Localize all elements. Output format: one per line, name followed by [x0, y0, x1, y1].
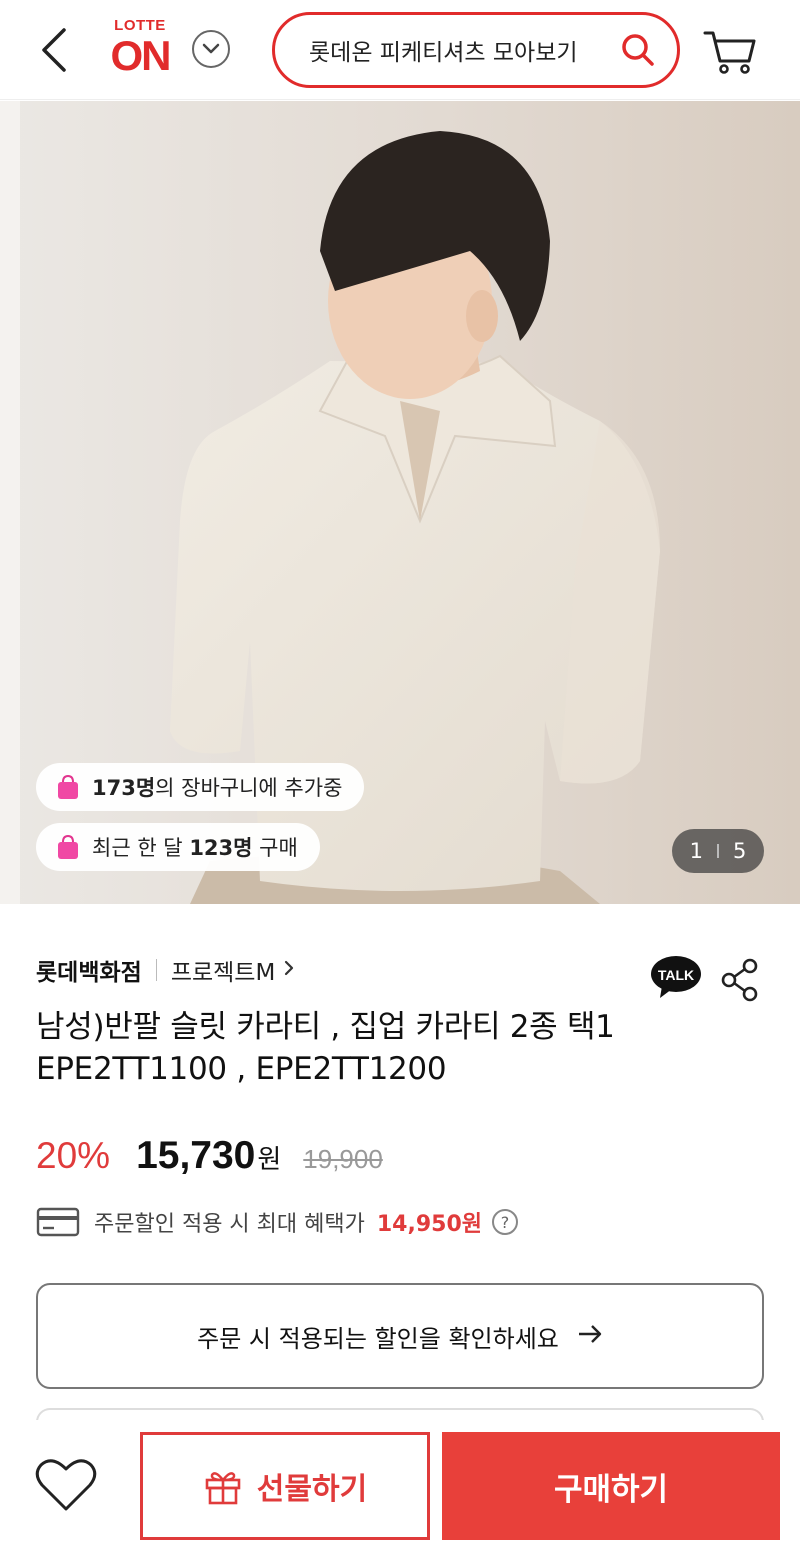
- product-title: 남성)반팔 슬릿 카라티 , 집업 카라티 2종 택1 EPE2TT1100 ,…: [36, 1009, 615, 1087]
- discount-rate: 20%: [36, 1135, 111, 1176]
- benefit-label: 주문할인 적용 시 최대 혜택가: [94, 1212, 365, 1237]
- recent-purchase-badge: 최근 한 달 123명 구매: [36, 823, 320, 871]
- search-input[interactable]: 롯데온 피케티셔츠 모아보기: [309, 33, 619, 67]
- product-image-carousel[interactable]: 173명 의 장바구니에 추가중 최근 한 달 123명 구매: [0, 101, 800, 904]
- sale-price: 15,730: [136, 1134, 256, 1177]
- brand-link[interactable]: 프로젝트M: [171, 953, 275, 987]
- check-discount-label: 주문 시 적용되는 할인을 확인하세요: [197, 1324, 559, 1353]
- max-benefit-row: 주문할인 적용 시 최대 혜택가 14,950원 ?: [36, 1204, 518, 1240]
- counter-divider: [717, 844, 719, 858]
- recent-purchase-count: 123명: [189, 836, 253, 860]
- chevron-right-icon[interactable]: [283, 957, 295, 983]
- buy-button[interactable]: 구매하기: [442, 1432, 780, 1540]
- talk-label: TALK: [658, 967, 694, 983]
- kakao-talk-button[interactable]: TALK: [650, 955, 702, 998]
- heart-icon: [35, 1459, 97, 1511]
- image-counter-current: 1: [689, 839, 703, 863]
- wishlist-button[interactable]: [30, 1450, 102, 1520]
- chevron-left-icon: [42, 28, 66, 72]
- cart-count-suffix: 의 장바구니에 추가중: [155, 776, 343, 800]
- cart-icon: [703, 31, 756, 74]
- brand-divider: [155, 959, 157, 981]
- cart-button[interactable]: [700, 24, 760, 80]
- shopping-bag-icon: [58, 834, 78, 859]
- lotte-on-logo[interactable]: LOTTE ON: [100, 18, 180, 82]
- image-counter-total: 5: [733, 839, 747, 863]
- image-counter: 1 5: [672, 829, 764, 873]
- original-price: 19,900: [303, 1144, 383, 1174]
- recent-purchase-prefix: 최근 한 달: [92, 836, 190, 860]
- buy-label: 구매하기: [553, 1471, 669, 1508]
- shopping-bag-icon: [58, 774, 78, 799]
- price-row: 20% 15,730 원 19,900: [36, 1134, 383, 1186]
- brand-breadcrumb: 롯데백화점 프로젝트M: [36, 952, 295, 988]
- help-icon[interactable]: ?: [492, 1209, 518, 1235]
- benefit-price: 14,950원: [376, 1212, 482, 1237]
- check-discount-button[interactable]: 주문 시 적용되는 할인을 확인하세요: [36, 1283, 764, 1389]
- arrow-right-icon: [577, 1321, 603, 1351]
- back-button[interactable]: [28, 22, 78, 78]
- recent-purchase-suffix: 구매: [252, 836, 298, 860]
- gift-icon: [205, 1472, 241, 1505]
- talk-icon: TALK: [651, 956, 701, 998]
- logo-main-text: ON: [110, 32, 172, 79]
- top-header: LOTTE ON 롯데온 피케티셔츠 모아보기: [0, 0, 800, 100]
- service-menu-dropdown[interactable]: [192, 30, 230, 68]
- store-name[interactable]: 롯데백화점: [36, 953, 142, 987]
- search-bar[interactable]: 롯데온 피케티셔츠 모아보기: [272, 12, 680, 88]
- cart-count: 173명: [92, 776, 156, 800]
- search-icon[interactable]: [619, 31, 657, 69]
- gift-button[interactable]: 선물하기: [140, 1432, 430, 1540]
- gift-label: 선물하기: [256, 1472, 368, 1507]
- price-currency: 원: [257, 1145, 282, 1175]
- cart-count-badge: 173명 의 장바구니에 추가중: [36, 763, 365, 811]
- card-icon: [36, 1207, 80, 1237]
- chevron-down-icon: [202, 43, 220, 54]
- share-icon: [721, 958, 758, 1002]
- share-button[interactable]: [720, 958, 760, 1002]
- bottom-action-bar: 선물하기 구매하기: [0, 1420, 800, 1550]
